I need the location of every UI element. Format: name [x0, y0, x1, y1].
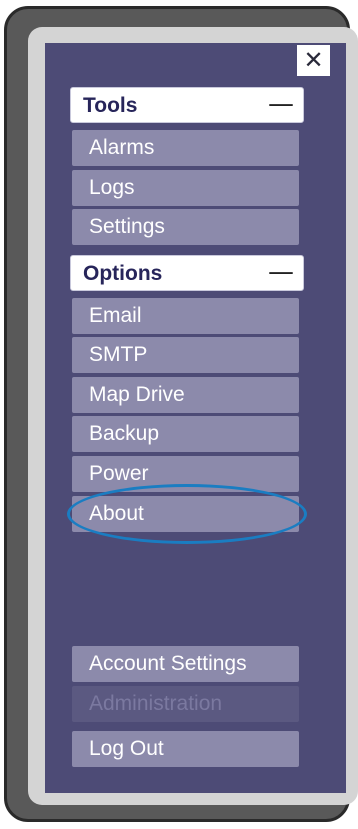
tools-header-label: Tools — [83, 94, 138, 117]
menu-item-smtp[interactable]: SMTP — [72, 337, 299, 373]
tools-section-header[interactable]: Tools — — [70, 87, 304, 123]
menu-item-email[interactable]: Email — [72, 298, 299, 334]
menu-item-administration: Administration — [72, 686, 299, 722]
menu-item-power[interactable]: Power — [72, 456, 299, 492]
close-icon: ✕ — [303, 46, 324, 74]
menu-item-alarms[interactable]: Alarms — [72, 130, 299, 166]
menu-item-logs[interactable]: Logs — [72, 170, 299, 206]
menu-item-log-out[interactable]: Log Out — [72, 731, 299, 767]
options-header-label: Options — [83, 262, 163, 285]
side-menu-panel: ✕ Tools — Alarms Logs Settings Options —… — [45, 43, 346, 793]
close-button[interactable]: ✕ — [297, 45, 330, 76]
collapse-icon[interactable]: — — [268, 88, 294, 120]
menu-item-settings[interactable]: Settings — [72, 209, 299, 245]
collapse-icon[interactable]: — — [268, 256, 294, 288]
menu-item-backup[interactable]: Backup — [72, 416, 299, 452]
menu-item-map-drive[interactable]: Map Drive — [72, 377, 299, 413]
menu-item-account-settings[interactable]: Account Settings — [72, 646, 299, 682]
menu-item-about[interactable]: About — [72, 496, 299, 532]
options-section-header[interactable]: Options — — [70, 255, 304, 291]
